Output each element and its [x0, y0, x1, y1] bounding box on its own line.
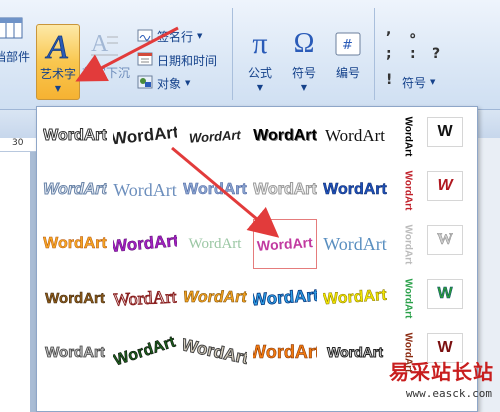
wordart-style-32[interactable]: WordArt [253, 327, 317, 377]
wordart-style-24[interactable]: WordArt [183, 273, 247, 323]
ruler-mark: 30 [12, 138, 24, 148]
wordart-style-23[interactable]: WordArt [113, 273, 177, 323]
wordart-style-1[interactable]: WordArt [43, 111, 107, 161]
wordart-style-7[interactable]: W [427, 117, 463, 147]
wordart-style-14[interactable]: W [427, 171, 463, 201]
pi-icon: π [252, 27, 268, 60]
watermark-text: 易采站长站 [389, 360, 494, 384]
symbol-button[interactable]: Ω 符号 ▼ [282, 24, 326, 100]
symbol-more-button[interactable]: 符号 ▼ [402, 72, 435, 92]
svg-text:A: A [91, 31, 109, 57]
symbol-question[interactable]: ? [432, 46, 440, 62]
signature-line-label: 签名行 [157, 29, 194, 44]
wordart-style-9[interactable]: WordArt [113, 165, 177, 215]
wordart-icon: A [37, 25, 79, 65]
document-area [0, 152, 40, 412]
wordart-style-22[interactable]: WordArt [43, 273, 107, 323]
wordart-style-13[interactable]: WordArt [399, 165, 417, 215]
dropcap-label: 首字下沉 [82, 66, 131, 80]
wordart-style-29[interactable]: WordArt [43, 327, 107, 377]
chevron-down-icon: ▼ [300, 83, 308, 92]
wordart-style-15[interactable]: WordArt [43, 219, 107, 269]
wordart-style-11[interactable]: WordArt [253, 165, 317, 215]
wordart-style-3[interactable]: WordArt [183, 111, 247, 161]
number-button[interactable]: # 编号 [326, 24, 370, 100]
wordart-style-8[interactable]: WordArt [43, 165, 107, 215]
symbol-colon[interactable]: : [410, 46, 416, 62]
dropcap-button[interactable]: A 首字下沉 [82, 24, 131, 100]
chevron-down-icon: ▼ [256, 83, 264, 92]
symbol-comma[interactable]: , [386, 22, 391, 38]
document-page[interactable] [0, 152, 30, 412]
number-icon: # [326, 24, 370, 64]
ribbon: 档部件 A 艺术字 ▼ A 首字下沉 签名行 ▼ 日期和时间 对象 ▼ π 公式… [0, 0, 500, 110]
wordart-style-2[interactable]: WordArt [113, 111, 177, 161]
wordart-style-20[interactable]: WordArt [399, 219, 417, 269]
wordart-style-4[interactable]: WordArt [253, 111, 317, 161]
wordart-style-16[interactable]: WordArt [113, 219, 177, 269]
signature-line-button[interactable]: 签名行 ▼ [137, 26, 202, 46]
formula-label: 公式 [247, 66, 272, 80]
svg-text:A: A [45, 29, 68, 62]
wordart-style-19[interactable]: WordArt [323, 219, 387, 269]
object-icon [137, 75, 153, 92]
number-label: 编号 [335, 66, 360, 80]
quick-parts-button[interactable]: 档部件 [0, 8, 30, 84]
symbol-more-label: 符号 [402, 75, 427, 90]
symbol-label: 符号 [291, 66, 316, 80]
wordart-style-28[interactable]: W [427, 279, 463, 309]
date-time-button[interactable]: 日期和时间 [137, 50, 217, 70]
wordart-style-27[interactable]: WordArt [399, 273, 417, 323]
formula-button[interactable]: π 公式 ▼ [238, 24, 282, 100]
wordart-style-5[interactable]: WordArt [323, 111, 387, 161]
chevron-down-icon: ▼ [197, 32, 203, 40]
wordart-style-10[interactable]: WordArt [183, 165, 247, 215]
symbol-semicolon[interactable]: ; [386, 46, 392, 62]
wordart-label: 艺术字 [39, 67, 76, 81]
symbol-exclamation[interactable]: ! [386, 72, 392, 88]
wordart-style-31[interactable]: WordArt [183, 327, 247, 377]
chevron-down-icon: ▼ [430, 78, 436, 86]
wordart-style-25[interactable]: WordArt [253, 273, 317, 323]
calendar-icon [137, 52, 153, 69]
signature-icon [137, 28, 153, 45]
wordart-style-18[interactable]: WordArt [253, 219, 317, 269]
wordart-button[interactable]: A 艺术字 ▼ [36, 24, 80, 100]
object-button[interactable]: 对象 ▼ [137, 73, 190, 93]
wordart-style-30[interactable]: WordArt [113, 327, 177, 377]
wordart-style-12[interactable]: WordArt [323, 165, 387, 215]
wordart-style-6[interactable]: WordArt [399, 111, 417, 161]
horizontal-ruler: 30 [0, 138, 40, 152]
svg-text:#: # [342, 38, 353, 53]
wordart-style-26[interactable]: WordArt [323, 273, 387, 323]
object-label: 对象 [157, 76, 182, 91]
dropcap-icon: A [82, 24, 126, 64]
wordart-style-17[interactable]: WordArt [183, 219, 247, 269]
chevron-down-icon: ▼ [54, 84, 62, 93]
quick-parts-label: 档部件 [0, 50, 30, 64]
wordart-style-33[interactable]: WordArt [323, 327, 387, 377]
group-separator [374, 8, 375, 100]
symbol-period[interactable]: 。 [410, 22, 424, 42]
chevron-down-icon: ▼ [185, 79, 191, 87]
date-time-label: 日期和时间 [157, 53, 218, 68]
group-separator [232, 8, 233, 100]
table-icon [0, 8, 30, 48]
omega-icon: Ω [293, 28, 315, 59]
watermark-url: www.easck.com [405, 387, 492, 400]
wordart-style-21[interactable]: W [427, 225, 463, 255]
